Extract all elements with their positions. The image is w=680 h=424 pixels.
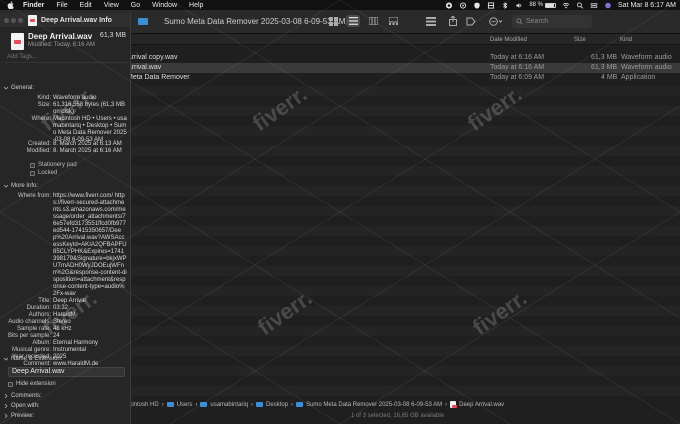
watermark-grid xyxy=(0,0,680,424)
